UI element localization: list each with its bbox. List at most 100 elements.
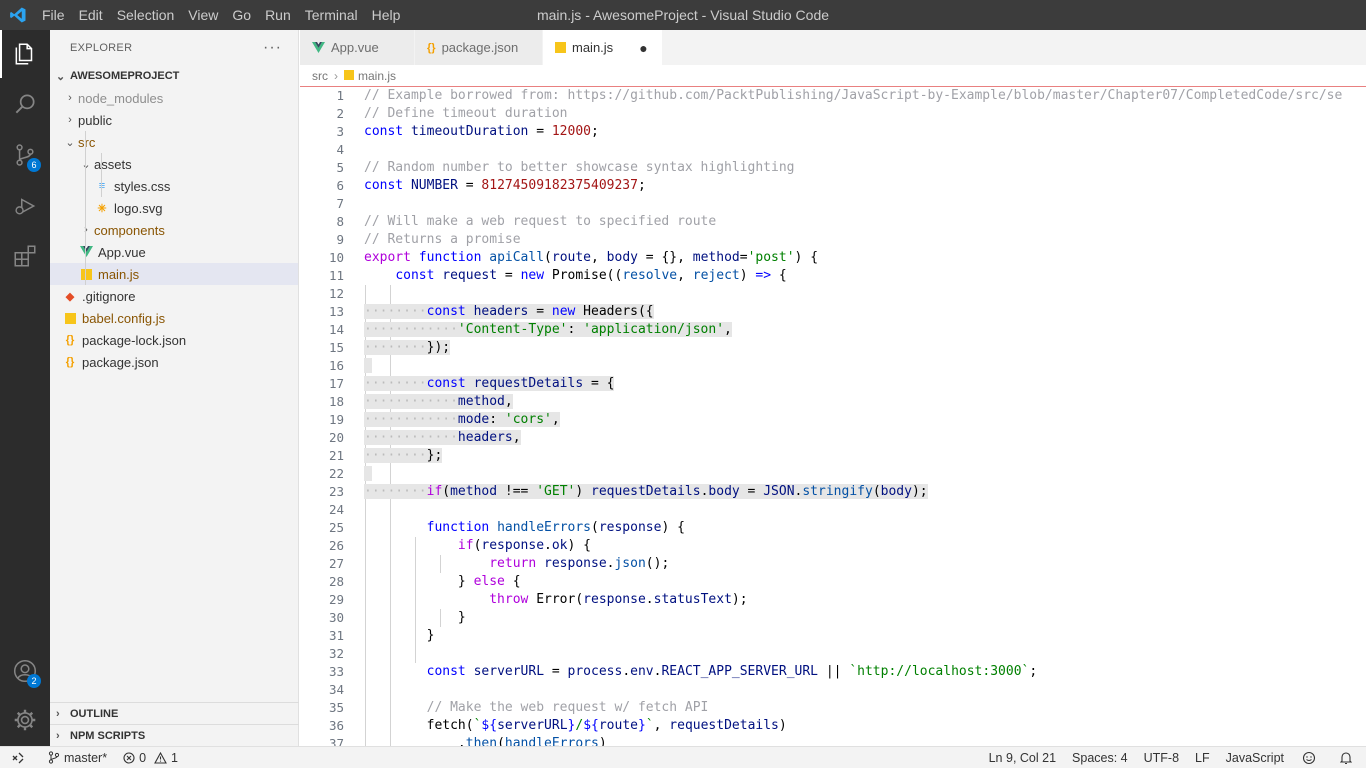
manage-button[interactable]: [0, 696, 50, 744]
tree-item-babel-config[interactable]: babel.config.js: [50, 307, 298, 329]
source-control-button[interactable]: 6: [0, 131, 50, 179]
tab-label: App.vue: [331, 40, 379, 55]
branch-button[interactable]: master*: [40, 747, 115, 768]
indent-guide: [85, 131, 86, 285]
gear-icon: [14, 709, 36, 731]
accounts-button[interactable]: 2: [0, 647, 50, 695]
project-name: AWESOMEPROJECT: [70, 70, 180, 82]
tree-item-main-js[interactable]: main.js: [50, 263, 298, 285]
notifications-button[interactable]: [1330, 747, 1366, 768]
tree-item-public[interactable]: › public: [50, 109, 298, 131]
svg-file-icon: ✳: [97, 202, 107, 215]
warning-count: 1: [171, 750, 178, 765]
line-ending[interactable]: LF: [1187, 747, 1218, 768]
code-lines: // Example borrowed from: https://github…: [364, 87, 1366, 746]
line-number: 33: [328, 664, 344, 679]
editor-group: App.vue {} package.json main.js ● src › …: [300, 30, 1366, 746]
code-line: // Returns a promise: [364, 232, 521, 247]
code-line: function handleErrors(response) {: [426, 520, 685, 535]
vue-file-icon: [78, 244, 94, 260]
menu-selection[interactable]: Selection: [110, 0, 182, 30]
menu-terminal[interactable]: Terminal: [298, 0, 365, 30]
tree-item-label: src: [78, 134, 96, 150]
code-line: ············mode: 'cors',: [364, 412, 560, 427]
line-number: 16: [328, 358, 344, 373]
chevron-down-icon: ⌄: [65, 136, 75, 149]
menu-help[interactable]: Help: [365, 0, 408, 30]
extensions-button[interactable]: [0, 232, 50, 280]
css-file-icon: ≡: [94, 178, 110, 194]
code-line: ············headers,: [364, 430, 521, 445]
bell-icon: [1340, 751, 1352, 764]
json-file-icon: {}: [65, 356, 75, 368]
remote-button[interactable]: [0, 747, 40, 768]
outline-title: OUTLINE: [70, 707, 119, 720]
status-bar-right: Ln 9, Col 21 Spaces: 4 UTF-8 LF JavaScri…: [981, 747, 1366, 768]
code-line: ············method,: [364, 394, 513, 409]
tree-item-styles-css[interactable]: ≡ styles.css: [50, 175, 298, 197]
code-line: // Will make a web request to specified …: [364, 214, 717, 229]
line-number: 11: [328, 268, 344, 283]
line-number: 30: [328, 610, 344, 625]
tree-item-package-lock[interactable]: {} package-lock.json: [50, 329, 298, 351]
tree-item-logo-svg[interactable]: ✳ logo.svg: [50, 197, 298, 219]
menu-file[interactable]: File: [35, 0, 72, 30]
project-section-header[interactable]: ⌄ AWESOMEPROJECT: [50, 65, 298, 87]
problems-button[interactable]: 0 1: [115, 747, 186, 768]
tree-item-assets[interactable]: ⌄ assets: [50, 153, 298, 175]
git-branch-icon: [48, 751, 60, 764]
breadcrumb-file[interactable]: main.js: [358, 69, 396, 83]
menu-edit[interactable]: Edit: [72, 0, 110, 30]
tree-item-node-modules[interactable]: › node_modules: [50, 87, 298, 109]
tree-item-gitignore[interactable]: ◆ .gitignore: [50, 285, 298, 307]
code-line: const serverURL = process.env.REACT_APP_…: [426, 664, 1038, 679]
menu-run[interactable]: Run: [258, 0, 298, 30]
editor-tabs: App.vue {} package.json main.js ●: [300, 30, 1366, 65]
code-editor[interactable]: 1 2 3 4 5 6 7 8 9 10 11 12 13 14 15 16 17 18 19 20 21 22 23 24 2…: [300, 87, 1366, 746]
explorer-button[interactable]: [0, 30, 50, 78]
language-mode[interactable]: JavaScript: [1218, 747, 1292, 768]
cursor-position[interactable]: Ln 9, Col 21: [981, 747, 1064, 768]
code-line: [364, 465, 1366, 483]
indentation[interactable]: Spaces: 4: [1064, 747, 1136, 768]
status-bar: master* 0 1 Ln 9, Col 21 Spaces: 4 UTF-8…: [0, 746, 1366, 768]
tab-app-vue[interactable]: App.vue: [300, 30, 415, 65]
line-number-gutter: 1 2 3 4 5 6 7 8 9 10 11 12 13 14 15 16 17 18 19 20 21 22 23 24 2…: [300, 87, 364, 746]
line-number: 1: [336, 88, 344, 103]
code-line: // Define timeout duration: [364, 106, 568, 121]
npm-scripts-section-header[interactable]: › NPM SCRIPTS: [50, 724, 299, 746]
tree-item-app-vue[interactable]: App.vue: [50, 241, 298, 263]
run-debug-icon: [15, 198, 36, 215]
feedback-button[interactable]: [1292, 747, 1330, 768]
error-icon: [123, 751, 135, 764]
tab-main-js[interactable]: main.js ●: [543, 30, 663, 65]
unsaved-dot-icon[interactable]: ●: [639, 40, 647, 56]
outline-section-header[interactable]: › OUTLINE: [50, 702, 299, 724]
breadcrumb-folder[interactable]: src: [312, 69, 328, 83]
tree-item-components[interactable]: › components: [50, 219, 298, 241]
chevron-right-icon: ›: [78, 224, 94, 236]
line-number: 32: [328, 646, 344, 661]
code-line: // Make the web request w/ fetch API: [426, 700, 709, 715]
menu-go[interactable]: Go: [225, 0, 258, 30]
line-number: 15: [328, 340, 344, 355]
encoding[interactable]: UTF-8: [1136, 747, 1187, 768]
run-debug-button[interactable]: [0, 182, 50, 230]
tab-package-json[interactable]: {} package.json: [415, 30, 543, 65]
chevron-right-icon: ›: [334, 68, 338, 83]
json-file-icon: {}: [65, 334, 75, 346]
tree-item-package-json[interactable]: {} package.json: [50, 351, 298, 373]
line-number: 14: [328, 322, 344, 337]
menu-view[interactable]: View: [181, 0, 225, 30]
more-actions-button[interactable]: ···: [263, 39, 282, 57]
search-button[interactable]: [0, 80, 50, 128]
explorer-sidebar: EXPLORER ··· ⌄ AWESOMEPROJECT › node_mod…: [50, 30, 299, 746]
line-number: 23: [328, 484, 344, 499]
tree-item-src[interactable]: ⌄ src: [50, 131, 298, 153]
js-icon: [344, 69, 354, 83]
line-number: 12: [328, 286, 344, 301]
line-number: 31: [328, 628, 344, 643]
js-file-icon: [62, 310, 78, 326]
breadcrumb: src › main.js: [300, 65, 1366, 87]
